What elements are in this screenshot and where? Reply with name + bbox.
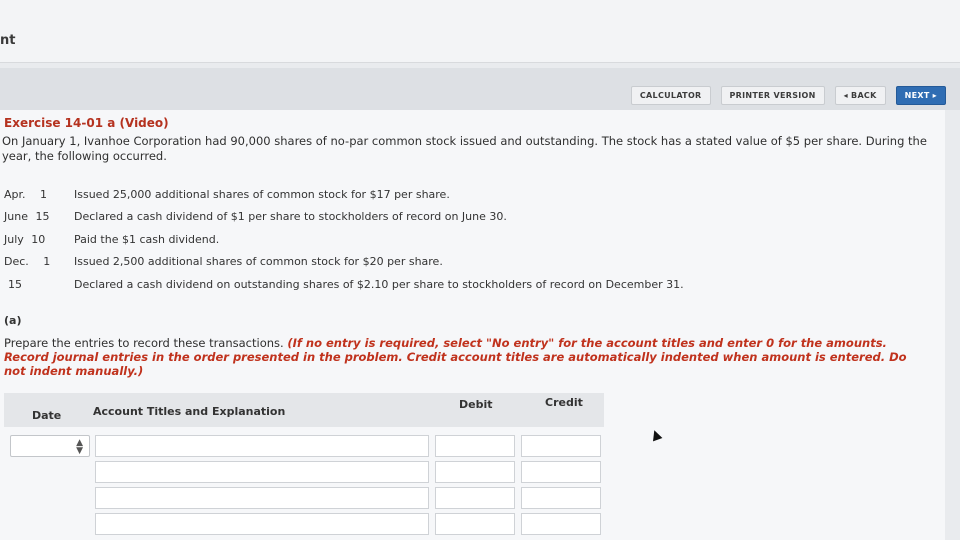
event-day: 15: [35, 210, 50, 224]
journal-entry-table: Date Account Titles and Explanation Debi…: [4, 393, 604, 540]
table-row: [4, 487, 604, 513]
event-day: 1: [43, 255, 51, 269]
toolbar: CALCULATOR PRINTER VERSION ◂ BACK NEXT ▸: [630, 86, 946, 105]
debit-input[interactable]: [435, 435, 515, 457]
table-header: Date Account Titles and Explanation Debi…: [4, 393, 604, 427]
event-month: Apr.: [4, 187, 26, 201]
instruction-text: Prepare the entries to record these tran…: [4, 336, 288, 350]
table-row: ▲ ▼: [4, 435, 604, 461]
event-item: 15 Declared a cash dividend on outstandi…: [4, 273, 684, 296]
event-item: Apr. 1 Issued 25,000 additional shares o…: [4, 183, 684, 206]
event-item: Dec. 1 Issued 2,500 additional shares of…: [4, 251, 684, 274]
header-date: Date: [32, 409, 62, 422]
select-arrows-icon: ▲ ▼: [76, 438, 83, 456]
debit-input[interactable]: [435, 461, 515, 483]
event-month: June: [4, 210, 28, 224]
table-row: [4, 513, 604, 539]
part-label: (a): [4, 314, 22, 327]
event-month: July: [4, 232, 24, 246]
credit-input[interactable]: [521, 461, 601, 483]
account-title-input[interactable]: [95, 435, 429, 457]
event-item: July 10 Paid the $1 cash dividend.: [4, 228, 684, 251]
printer-version-button[interactable]: PRINTER VERSION: [720, 86, 825, 105]
header-account: Account Titles and Explanation: [93, 405, 286, 418]
debit-input[interactable]: [435, 487, 515, 509]
debit-input[interactable]: [435, 513, 515, 535]
table-row: [4, 461, 604, 487]
credit-input[interactable]: [521, 435, 601, 457]
header-debit: Debit: [459, 398, 493, 411]
exercise-title: Exercise 14-01 a (Video): [4, 116, 169, 130]
account-title-input[interactable]: [95, 487, 429, 509]
part-instructions: Prepare the entries to record these tran…: [4, 336, 932, 378]
event-description: Declared a cash dividend on outstanding …: [74, 277, 684, 291]
event-date: Dec. 1: [4, 255, 62, 268]
event-date: 15: [4, 278, 62, 291]
event-date: Apr. 1: [4, 188, 62, 201]
event-description: Paid the $1 cash dividend.: [74, 232, 220, 246]
page-title-fragment: nt: [0, 33, 16, 48]
calculator-button[interactable]: CALCULATOR: [630, 86, 711, 105]
credit-input[interactable]: [521, 487, 601, 509]
exercise-intro: On January 1, Ivanhoe Corporation had 90…: [2, 134, 927, 163]
top-bar: nt: [0, 0, 960, 63]
date-select[interactable]: ▲ ▼: [10, 435, 90, 457]
event-day: 10: [31, 232, 46, 246]
header-credit: Credit: [545, 396, 583, 409]
event-description: Issued 25,000 additional shares of commo…: [74, 187, 450, 201]
event-month: Dec.: [4, 255, 29, 269]
event-description: Issued 2,500 additional shares of common…: [74, 255, 443, 269]
event-item: June 15 Declared a cash dividend of $1 p…: [4, 206, 684, 229]
account-title-input[interactable]: [95, 513, 429, 535]
next-button[interactable]: NEXT ▸: [895, 86, 946, 105]
event-day: 1: [40, 187, 48, 201]
event-date: July 10: [4, 233, 62, 246]
credit-input[interactable]: [521, 513, 601, 535]
event-day: 15: [8, 277, 22, 291]
event-list: Apr. 1 Issued 25,000 additional shares o…: [4, 183, 684, 296]
event-description: Declared a cash dividend of $1 per share…: [74, 210, 507, 224]
account-title-input[interactable]: [95, 461, 429, 483]
event-date: June 15: [4, 210, 62, 223]
back-button[interactable]: ◂ BACK: [834, 86, 886, 105]
